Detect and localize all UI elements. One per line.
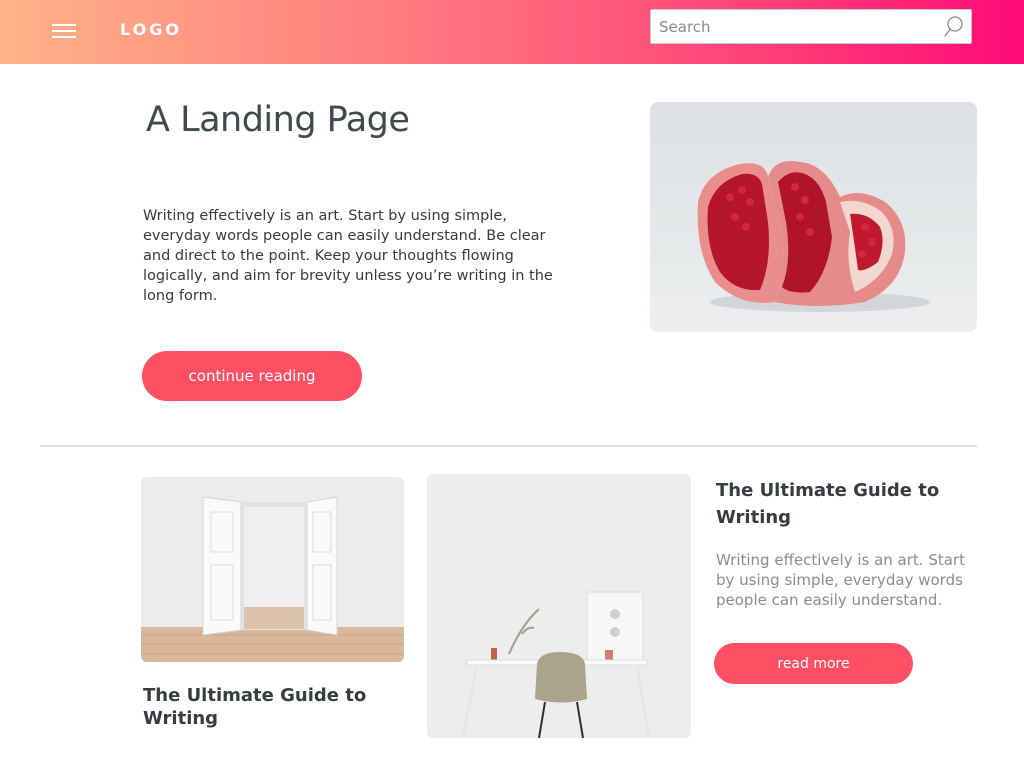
continue-reading-button[interactable]: continue reading [142,351,362,401]
desk-chair-image[interactable] [427,474,691,738]
search-box [650,9,972,44]
logo[interactable]: LOGO [120,20,182,39]
hamburger-menu-icon[interactable] [52,24,76,38]
read-more-button[interactable]: read more [714,643,913,684]
card-title[interactable]: The Ultimate Guide to Writing [143,684,403,730]
page-title: A Landing Page [146,100,410,140]
card-description: Writing effectively is an art. Start by … [716,551,965,609]
card-title[interactable]: The Ultimate Guide to Writing [716,477,956,531]
pomegranate-image [650,102,977,332]
search-icon[interactable] [943,15,965,39]
open-doors-image[interactable] [141,477,404,662]
search-input[interactable] [651,10,941,43]
hero-description: Writing effectively is an art. Start by … [143,208,553,304]
top-nav-bar: LOGO [0,0,1024,64]
section-divider [40,445,977,447]
